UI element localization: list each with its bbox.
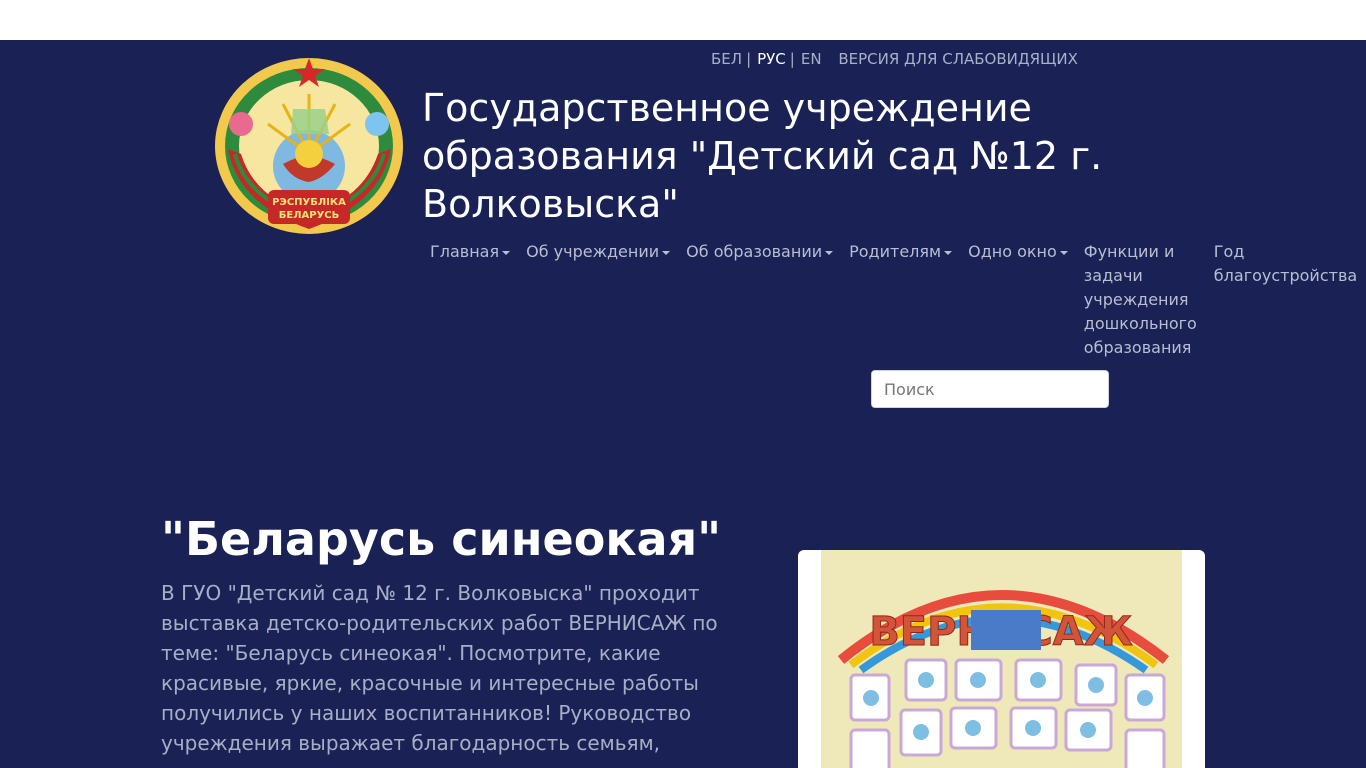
svg-text:РЭСПУБЛІКА: РЭСПУБЛІКА — [272, 197, 346, 208]
lang-be-link[interactable]: БЕЛ — [711, 50, 742, 68]
nav-item-education[interactable]: Об образовании — [686, 240, 834, 360]
svg-text:БЕЛАРУСЬ: БЕЛАРУСЬ — [279, 210, 340, 221]
caret-down-icon — [662, 250, 671, 255]
lang-separator: | — [789, 50, 795, 68]
nav-item-parents[interactable]: Родителям — [849, 240, 953, 360]
main-navigation: Главная Об учреждении Об образовании Род… — [430, 240, 1366, 360]
nav-item-functions[interactable]: Функции и задачи учреждения дошкольного … — [1084, 240, 1202, 360]
accessibility-version-link[interactable]: ВЕРСИЯ ДЛЯ СЛАБОВИДЯЩИХ — [838, 50, 1078, 68]
search-input[interactable] — [871, 370, 1109, 408]
caret-down-icon — [944, 250, 953, 255]
lang-separator: | — [746, 50, 752, 68]
article-text: В ГУО "Детский сад № 12 г. Волковыска" п… — [161, 581, 718, 755]
site-header: БЕЛ | РУС | EN ВЕРСИЯ ДЛЯ СЛАБОВИДЯЩИХ Р… — [0, 40, 1366, 768]
article-title: "Беларусь синеокая" — [161, 512, 722, 566]
nav-item-one-window[interactable]: Одно окно — [968, 240, 1068, 360]
caret-down-icon — [825, 250, 834, 255]
top-white-bar — [0, 0, 1366, 40]
site-title[interactable]: Государственное учреждение образования "… — [422, 84, 1122, 228]
lang-en-link[interactable]: EN — [801, 50, 822, 68]
nav-item-about[interactable]: Об учреждении — [526, 240, 671, 360]
state-emblem[interactable]: РЭСПУБЛІКА БЕЛАРУСЬ — [213, 54, 406, 237]
nav-item-main[interactable]: Главная — [430, 240, 511, 360]
caret-down-icon — [502, 250, 511, 255]
caret-down-icon — [1059, 250, 1068, 255]
exhibition-photo: ВЕРНИСАЖ — [821, 550, 1182, 768]
nav-item-year[interactable]: Год благоустройства — [1214, 240, 1364, 360]
article-image-card[interactable]: ВЕРНИСАЖ — [798, 550, 1205, 768]
lang-ru-link[interactable]: РУС — [757, 50, 786, 68]
language-switcher: БЕЛ | РУС | EN ВЕРСИЯ ДЛЯ СЛАБОВИДЯЩИХ — [711, 50, 1078, 68]
